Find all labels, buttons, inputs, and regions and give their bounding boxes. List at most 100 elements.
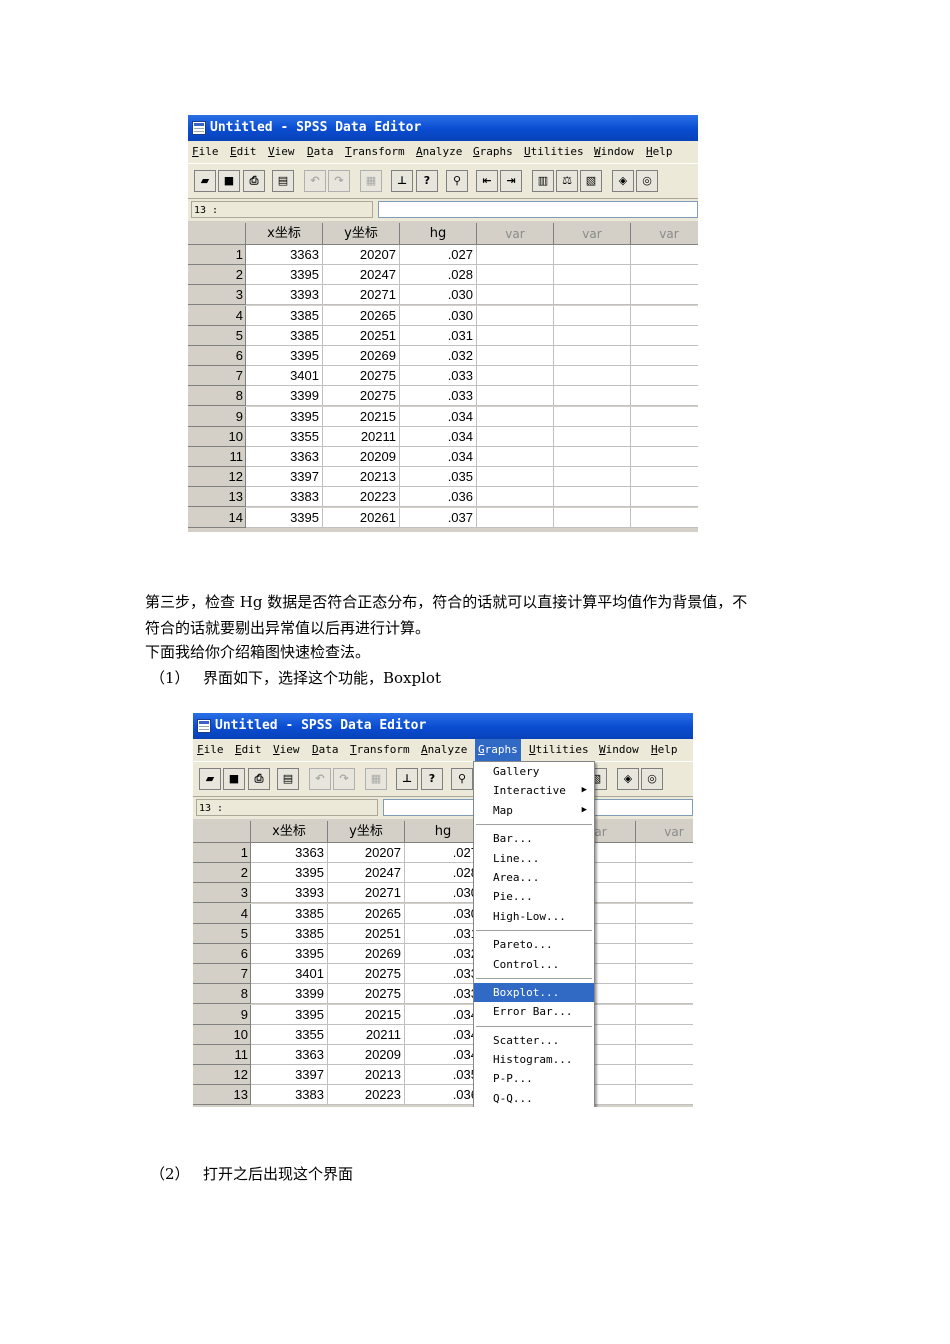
row-header[interactable]: 13 [188,487,246,508]
table-cell[interactable]: .034 [400,406,477,427]
table-cell[interactable]: 20247 [323,265,400,286]
grid-corner[interactable] [188,223,246,245]
dialog-recall-icon[interactable]: ▤ [277,768,299,790]
table-cell[interactable]: 3395 [251,1004,328,1025]
table-cell[interactable] [554,507,631,528]
menu-graphs[interactable]: Graphs [475,739,521,761]
menu-edit[interactable]: Edit [235,739,262,761]
table-cell[interactable]: 20215 [328,1004,405,1025]
insert-case-icon[interactable]: ⇤ [476,170,498,192]
table-cell[interactable]: 20261 [323,507,400,528]
table-cell[interactable]: 20275 [328,984,405,1005]
table-cell[interactable] [554,346,631,366]
table-cell[interactable]: 3401 [246,366,323,387]
print-icon[interactable]: ⎙ [243,170,265,192]
table-cell[interactable] [554,386,631,407]
row-header[interactable]: 7 [193,964,251,985]
use-sets-icon[interactable]: ◎ [641,768,663,790]
table-cell[interactable]: .033 [405,964,482,985]
table-cell[interactable] [631,245,698,265]
save-icon[interactable]: ■ [218,170,240,192]
table-cell[interactable]: .030 [400,285,477,306]
row-header[interactable]: 2 [188,265,246,286]
table-cell[interactable] [631,305,698,326]
table-cell[interactable]: .027 [405,843,482,863]
table-cell[interactable]: .037 [400,507,477,528]
table-cell[interactable] [631,507,698,528]
value-labels-icon[interactable]: ◈ [617,768,639,790]
table-cell[interactable] [636,863,693,884]
table-cell[interactable] [554,487,631,508]
row-header[interactable]: 10 [193,1024,251,1045]
row-header[interactable]: 14 [188,507,246,528]
graphs-menu-item-scatter[interactable]: Scatter... [474,1031,594,1050]
table-cell[interactable] [554,265,631,286]
use-sets-icon[interactable]: ◎ [636,170,658,192]
open-icon[interactable]: ▰ [199,768,221,790]
table-cell[interactable]: .035 [400,467,477,488]
row-header[interactable]: 11 [193,1045,251,1065]
table-cell[interactable]: 3385 [251,923,328,944]
weight-cases-icon[interactable]: ⚖ [556,170,578,192]
table-cell[interactable]: 3395 [251,944,328,964]
column-header-1[interactable]: y坐标 [328,821,405,843]
table-cell[interactable]: 3363 [246,447,323,467]
table-cell[interactable]: 3395 [251,863,328,884]
menu-edit[interactable]: Edit [230,141,257,163]
table-cell[interactable]: .036 [405,1085,482,1106]
table-cell[interactable]: 3355 [251,1024,328,1045]
graphs-menu-item-q-q[interactable]: Q-Q... [474,1089,594,1107]
cell-value-input[interactable] [378,201,698,218]
table-cell[interactable] [554,285,631,306]
graphs-menu-item-histogram[interactable]: Histogram... [474,1050,594,1069]
row-header[interactable]: 4 [188,305,246,326]
table-cell[interactable] [554,245,631,265]
graphs-menu-item-high-low[interactable]: High-Low... [474,907,594,926]
table-cell[interactable]: 3363 [246,245,323,265]
graphs-menu-item-area[interactable]: Area... [474,868,594,887]
table-cell[interactable] [631,386,698,407]
table-cell[interactable]: 20211 [328,1024,405,1045]
table-cell[interactable] [477,285,554,306]
table-cell[interactable]: 20251 [323,325,400,346]
table-cell[interactable] [477,426,554,447]
column-header-var[interactable]: var [636,821,693,843]
table-cell[interactable]: .033 [400,366,477,387]
table-cell[interactable]: .036 [400,487,477,508]
table-cell[interactable] [554,426,631,447]
graphs-menu-item-interactive[interactable]: Interactive ▶ [474,781,594,800]
table-cell[interactable]: 20207 [328,843,405,863]
table-cell[interactable]: .034 [405,1004,482,1025]
menu-window[interactable]: Window [599,739,639,761]
table-cell[interactable] [636,883,693,904]
menu-transform[interactable]: Transform [345,141,405,163]
row-header[interactable]: 5 [193,923,251,944]
table-cell[interactable] [631,325,698,346]
table-cell[interactable] [477,406,554,427]
table-cell[interactable] [477,467,554,488]
menu-data[interactable]: Data [307,141,334,163]
column-header-var[interactable]: var [631,223,698,245]
table-cell[interactable]: 20223 [328,1085,405,1106]
table-cell[interactable] [554,406,631,427]
menu-analyze[interactable]: Analyze [416,141,462,163]
row-header[interactable]: 12 [193,1065,251,1086]
table-cell[interactable]: .030 [405,903,482,924]
table-cell[interactable]: 20265 [328,903,405,924]
row-header[interactable]: 7 [188,366,246,387]
menu-analyze[interactable]: Analyze [421,739,467,761]
table-cell[interactable]: 3363 [251,1045,328,1065]
undo-icon[interactable]: ↶ [309,768,331,790]
redo-icon[interactable]: ↷ [328,170,350,192]
grid-corner[interactable] [193,821,251,843]
table-cell[interactable]: 20265 [323,305,400,326]
table-cell[interactable]: 3383 [246,487,323,508]
split-file-icon[interactable]: ▥ [532,170,554,192]
table-cell[interactable]: 20275 [323,386,400,407]
table-cell[interactable]: 20211 [323,426,400,447]
table-cell[interactable]: 3393 [246,285,323,306]
table-cell[interactable]: .034 [400,447,477,467]
table-cell[interactable]: 20213 [328,1065,405,1086]
row-header[interactable]: 2 [193,863,251,884]
table-cell[interactable]: 3363 [251,843,328,863]
